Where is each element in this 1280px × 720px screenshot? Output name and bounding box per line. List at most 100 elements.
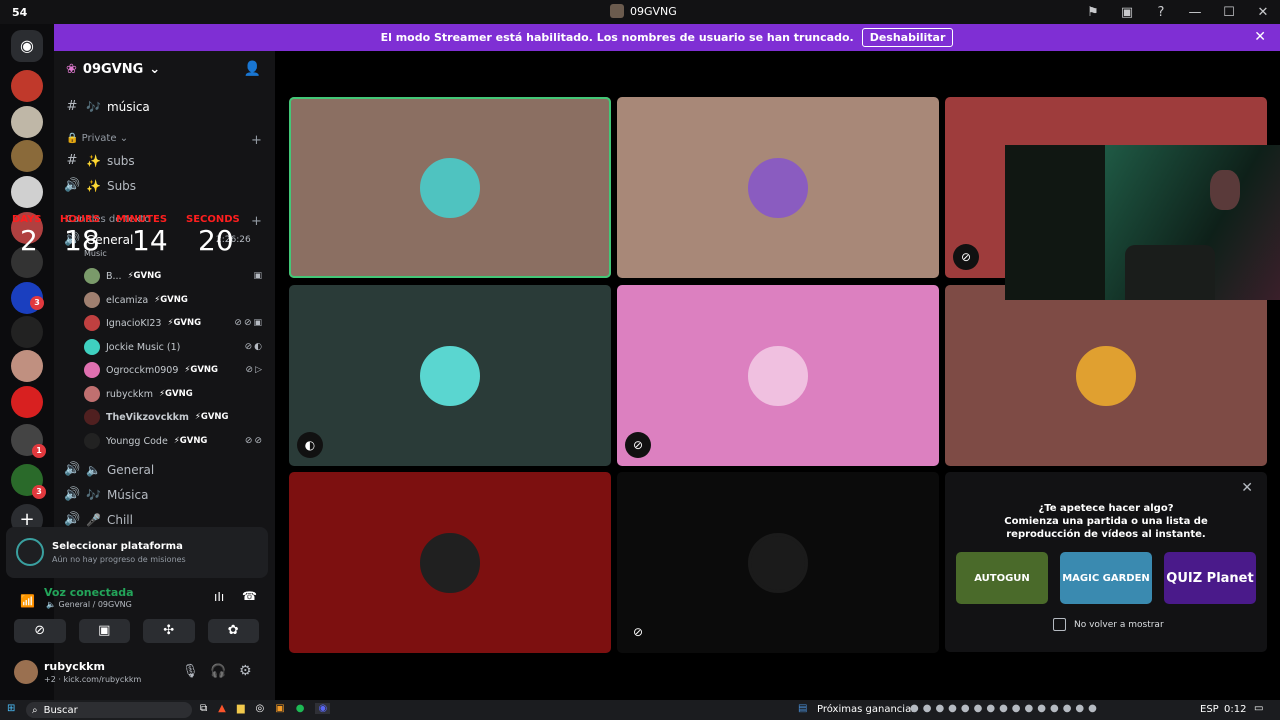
category-voice[interactable]: Canales de texto + <box>66 214 262 229</box>
volume-icon: 🔈 <box>86 462 101 477</box>
category-private[interactable]: 🔒 Private ⌄ + <box>66 133 262 148</box>
voice-user[interactable]: Ogrocckm0909 ⚡GVNG ⊘▷ <box>84 362 264 378</box>
headphones-icon[interactable]: 🎧 <box>210 664 226 679</box>
muted-deafened-icons: ⊘⊘▣ <box>234 318 264 328</box>
obs-icon[interactable]: ◎ <box>256 703 265 714</box>
voice-user[interactable]: rubyckkm ⚡GVNG <box>84 386 264 402</box>
screen-share-button[interactable]: ▣ <box>78 619 130 643</box>
participant-tile[interactable] <box>617 97 939 278</box>
add-channel-icon[interactable]: + <box>251 133 262 148</box>
disconnect-icon[interactable]: ☎ <box>242 589 257 603</box>
channel-general1[interactable]: 🔊 🔈 General <box>64 462 154 477</box>
avatar <box>84 315 100 331</box>
clock[interactable]: 0:12 <box>1224 704 1246 715</box>
server-10[interactable] <box>11 386 43 418</box>
quest-subtitle: Aún no hay progreso de misiones <box>52 555 186 564</box>
voice-user[interactable]: IgnacioKI23 ⚡GVNG ⊘⊘▣ <box>84 315 264 331</box>
add-channel-icon[interactable]: + <box>251 214 262 229</box>
speaker-icon: 🔊 <box>64 178 81 193</box>
discord-home-icon[interactable]: ◉ <box>11 30 43 62</box>
voice-action-buttons: ⊘ ▣ ✣ ✿ <box>14 619 259 643</box>
participant-tile[interactable]: ⊘ <box>617 285 939 466</box>
spotify-icon[interactable]: ● <box>296 703 305 714</box>
mic-icon[interactable]: 🎙 <box>182 664 199 679</box>
noise-suppression-icon[interactable]: ıIı <box>214 590 224 604</box>
speaker-icon: 🔊 <box>64 512 81 527</box>
game-magic-garden[interactable]: MAGIC GARDEN <box>1060 552 1152 604</box>
participant-tile[interactable] <box>289 97 611 278</box>
voice-user[interactable]: Youngg Code ⚡GVNG ⊘⊘ <box>84 433 264 449</box>
webcam-overlay <box>1005 145 1280 300</box>
app-icon[interactable]: ▣ <box>275 703 284 714</box>
tray-icons[interactable]: ●●●●●●●●●●●●●●● <box>910 703 1101 714</box>
participant-tile[interactable] <box>945 285 1267 466</box>
avatar <box>84 339 100 355</box>
channel-musica-top[interactable]: # 🎶 música <box>64 99 150 114</box>
user-status: +2 · kick.com/rubyckkm <box>44 675 142 684</box>
server-5[interactable] <box>11 212 43 244</box>
server-6[interactable] <box>11 246 43 278</box>
brave-icon[interactable]: ▲ <box>218 703 226 714</box>
participant-avatar <box>1076 345 1136 406</box>
server-4[interactable] <box>11 176 43 208</box>
channel-subs-voice[interactable]: 🔊 ✨ Subs <box>64 178 136 193</box>
checkbox[interactable] <box>1053 618 1066 631</box>
game-autogun[interactable]: AUTOGUN <box>956 552 1048 604</box>
server-9[interactable] <box>11 350 43 382</box>
muted-deafened-icons: ⊘◐ <box>244 342 264 352</box>
camera-off-button[interactable]: ⊘ <box>14 619 66 643</box>
notifications-icon[interactable]: ▭ <box>1254 703 1263 714</box>
close-icon[interactable]: ✕ <box>1241 480 1253 496</box>
server-8[interactable] <box>11 316 43 348</box>
voice-user[interactable]: Jockie Music (1) ⊘◐ <box>84 339 264 355</box>
news-widget[interactable]: Próximas ganancias <box>817 704 916 715</box>
banner-text: El modo Streamer está habilitado. Los no… <box>380 31 854 44</box>
muted-deafened-icons: ⊘⊘ <box>244 436 264 446</box>
guild-header[interactable]: ❀ 09GVNG ⌄ 👤 <box>54 51 275 87</box>
channel-general-active[interactable]: 🔊 General 2:26:26 <box>64 232 251 247</box>
close-icon[interactable]: ✕ <box>1246 5 1280 20</box>
quest-panel[interactable]: Seleccionar plataforma Aún no hay progre… <box>6 527 268 578</box>
discord-taskbar-icon[interactable]: ◉ <box>315 703 331 714</box>
close-banner-icon[interactable]: ✕ <box>1254 29 1266 45</box>
voice-channel-link[interactable]: 🔈 General / 09GVNG <box>46 600 132 609</box>
inbox-icon[interactable]: ⚑ <box>1076 5 1110 20</box>
disable-streamer-button[interactable]: Deshabilitar <box>861 28 954 47</box>
voice-user[interactable]: B... ⚡GVNG ▣ <box>84 268 264 284</box>
dont-show-checkbox[interactable]: No volver a mostrar <box>1053 618 1164 631</box>
language-indicator[interactable]: ESP <box>1200 704 1219 715</box>
channel-musica[interactable]: 🔊 🎶 Música <box>64 487 148 502</box>
sparkles-icon: ✨ <box>86 178 101 193</box>
channel-chill[interactable]: 🔊 🎤 Chill <box>64 512 133 527</box>
taskbar-apps: ⧉ ▲ ▆ ◎ ▣ ● ◉ <box>200 703 331 714</box>
voice-user[interactable]: elcamiza ⚡GVNG <box>84 292 264 308</box>
soundboard-button[interactable]: ✿ <box>207 619 259 643</box>
maximize-icon[interactable]: ☐ <box>1212 5 1246 20</box>
windows-start-icon[interactable]: ⊞ <box>7 703 15 714</box>
participant-tile[interactable]: ⊘ <box>617 472 939 653</box>
avatar[interactable] <box>14 660 38 684</box>
thread-icon: # <box>66 99 78 114</box>
invite-icon[interactable]: 👤 <box>244 61 261 77</box>
avatar <box>84 292 100 308</box>
activity-icon: ▣ <box>253 271 264 281</box>
muted-icon: ⊘ <box>953 244 979 270</box>
taskbar-search[interactable]: ⌕ Buscar <box>26 702 192 718</box>
channel-status: Music <box>84 249 107 258</box>
file-explorer-icon[interactable]: ▆ <box>237 703 245 714</box>
game-quiz-planet[interactable]: QUIZ Planet <box>1164 552 1256 604</box>
screen-share-icon[interactable]: ▣ <box>1110 5 1144 20</box>
channel-subs-text[interactable]: # ✨ subs <box>64 153 135 168</box>
server-1[interactable] <box>11 70 43 102</box>
server-3[interactable] <box>11 140 43 172</box>
task-view-icon[interactable]: ⧉ <box>200 703 207 714</box>
server-2[interactable] <box>11 106 43 138</box>
activities-button[interactable]: ✣ <box>143 619 195 643</box>
participant-tile[interactable]: ◐ <box>289 285 611 466</box>
music-icon: 🎶 <box>86 99 101 114</box>
participant-tile[interactable] <box>289 472 611 653</box>
settings-gear-icon[interactable]: ⚙ <box>239 663 252 679</box>
minimize-icon[interactable]: — <box>1178 5 1212 20</box>
help-icon[interactable]: ? <box>1144 5 1178 20</box>
voice-user[interactable]: TheVikzovckkm ⚡GVNG <box>84 409 264 425</box>
